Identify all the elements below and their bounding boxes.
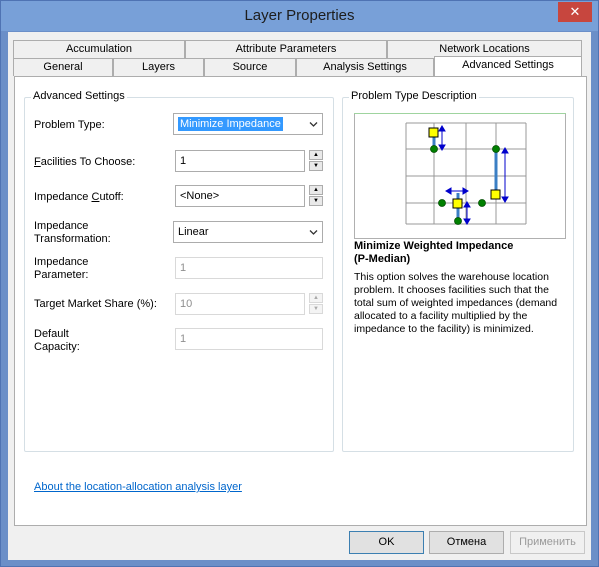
tab-label: Attribute Parameters: [235, 43, 337, 55]
description-line: total sum of weighted impedances (demand: [354, 297, 558, 309]
apply-button[interactable]: Применить: [510, 531, 585, 554]
facilities-spin-down[interactable]: ▼: [309, 161, 323, 171]
target-market-share-spin-down[interactable]: ▼: [309, 304, 323, 314]
tab-panel-advanced-settings: Advanced Settings Problem Type: Minimize…: [14, 76, 587, 526]
chevron-down-icon: [309, 122, 318, 127]
tab-label: Advanced Settings: [462, 59, 554, 71]
chevron-down-icon: [309, 230, 318, 235]
description-line: impedance to the facility) is minimized.: [354, 323, 534, 335]
tab-label: Analysis Settings: [323, 61, 407, 73]
advanced-settings-title: Advanced Settings: [31, 90, 127, 102]
problem-type-label: Problem Type:: [34, 119, 105, 131]
impedance-cutoff-spin-down[interactable]: ▼: [309, 196, 323, 206]
impedance-cutoff-label-prefix: Impedance: [34, 191, 92, 203]
description-line: This option solves the warehouse locatio…: [354, 271, 549, 283]
tab-advanced-settings[interactable]: Advanced Settings: [434, 56, 582, 76]
facilities-to-choose-input[interactable]: 1: [175, 150, 305, 172]
label-line: Capacity:: [34, 341, 80, 353]
title-bar[interactable]: Layer Properties ✕: [1, 1, 598, 31]
tab-general[interactable]: General: [13, 58, 113, 76]
tab-source[interactable]: Source: [204, 58, 296, 76]
problem-type-description-title: Problem Type Description: [349, 90, 479, 102]
impedance-transformation-value: Linear: [178, 226, 209, 238]
tab-label: Layers: [141, 61, 176, 73]
description-body: This option solves the warehouse locatio…: [354, 271, 570, 336]
facilities-label-rest: acilities To Choose:: [40, 156, 136, 168]
tab-layers[interactable]: Layers: [113, 58, 204, 76]
impedance-parameter-input[interactable]: 1: [175, 257, 323, 279]
target-market-share-label: Target Market Share (%):: [34, 298, 157, 310]
impedance-transformation-dropdown[interactable]: Linear: [173, 221, 323, 243]
facilities-label-accel: F: [34, 156, 41, 168]
target-market-share-input[interactable]: 10: [175, 293, 305, 315]
impedance-cutoff-spin-up[interactable]: ▲: [309, 185, 323, 195]
facilities-to-choose-label: Facilities To Choose:: [34, 156, 135, 169]
impedance-cutoff-label-rest: utoff:: [99, 191, 124, 203]
tab-analysis-settings[interactable]: Analysis Settings: [296, 58, 434, 76]
dialog-client-area: Accumulation Attribute Parameters Networ…: [8, 32, 591, 560]
tab-label: Accumulation: [65, 43, 133, 55]
close-button[interactable]: ✕: [558, 2, 592, 22]
layer-properties-window: Layer Properties ✕ Accumulation Attribut…: [0, 0, 599, 567]
description-heading: Minimize Weighted Impedance (P-Median): [354, 240, 513, 266]
tab-label: General: [43, 61, 83, 73]
description-line: problem. It chooses facilities such that…: [354, 284, 549, 296]
impedance-cutoff-label: Impedance Cutoff:: [34, 191, 124, 204]
heading-line: (P-Median): [354, 253, 411, 265]
problem-type-value: Minimize Impedance: [178, 117, 283, 131]
label-line: Transformation:: [34, 233, 111, 245]
impedance-cutoff-input[interactable]: <None>: [175, 185, 305, 207]
label-line: Default: [34, 328, 69, 340]
window-title: Layer Properties: [244, 7, 355, 24]
label-line: Impedance: [34, 220, 89, 232]
target-market-share-spin-up[interactable]: ▲: [309, 293, 323, 303]
cancel-button[interactable]: Отмена: [429, 531, 504, 554]
description-line: allocated to a facility multiplied by th…: [354, 310, 528, 322]
tab-accumulation[interactable]: Accumulation: [13, 40, 185, 58]
problem-type-dropdown[interactable]: Minimize Impedance: [173, 113, 323, 135]
tab-attribute-parameters[interactable]: Attribute Parameters: [185, 40, 387, 58]
ok-button[interactable]: OK: [349, 531, 424, 554]
p-median-diagram: [354, 113, 566, 239]
impedance-parameter-label: Impedance Parameter:: [34, 256, 88, 282]
tab-label: Source: [232, 61, 268, 73]
impedance-transformation-label: Impedance Transformation:: [34, 220, 111, 246]
facilities-spin-up[interactable]: ▲: [309, 150, 323, 160]
heading-line: Minimize Weighted Impedance: [354, 240, 514, 252]
label-line: Parameter:: [34, 269, 89, 281]
default-capacity-input[interactable]: 1: [175, 328, 323, 350]
tab-label: Network Locations: [439, 43, 530, 55]
default-capacity-label: Default Capacity:: [34, 328, 80, 354]
help-link[interactable]: About the location-allocation analysis l…: [34, 481, 242, 493]
label-line: Impedance: [34, 256, 89, 268]
